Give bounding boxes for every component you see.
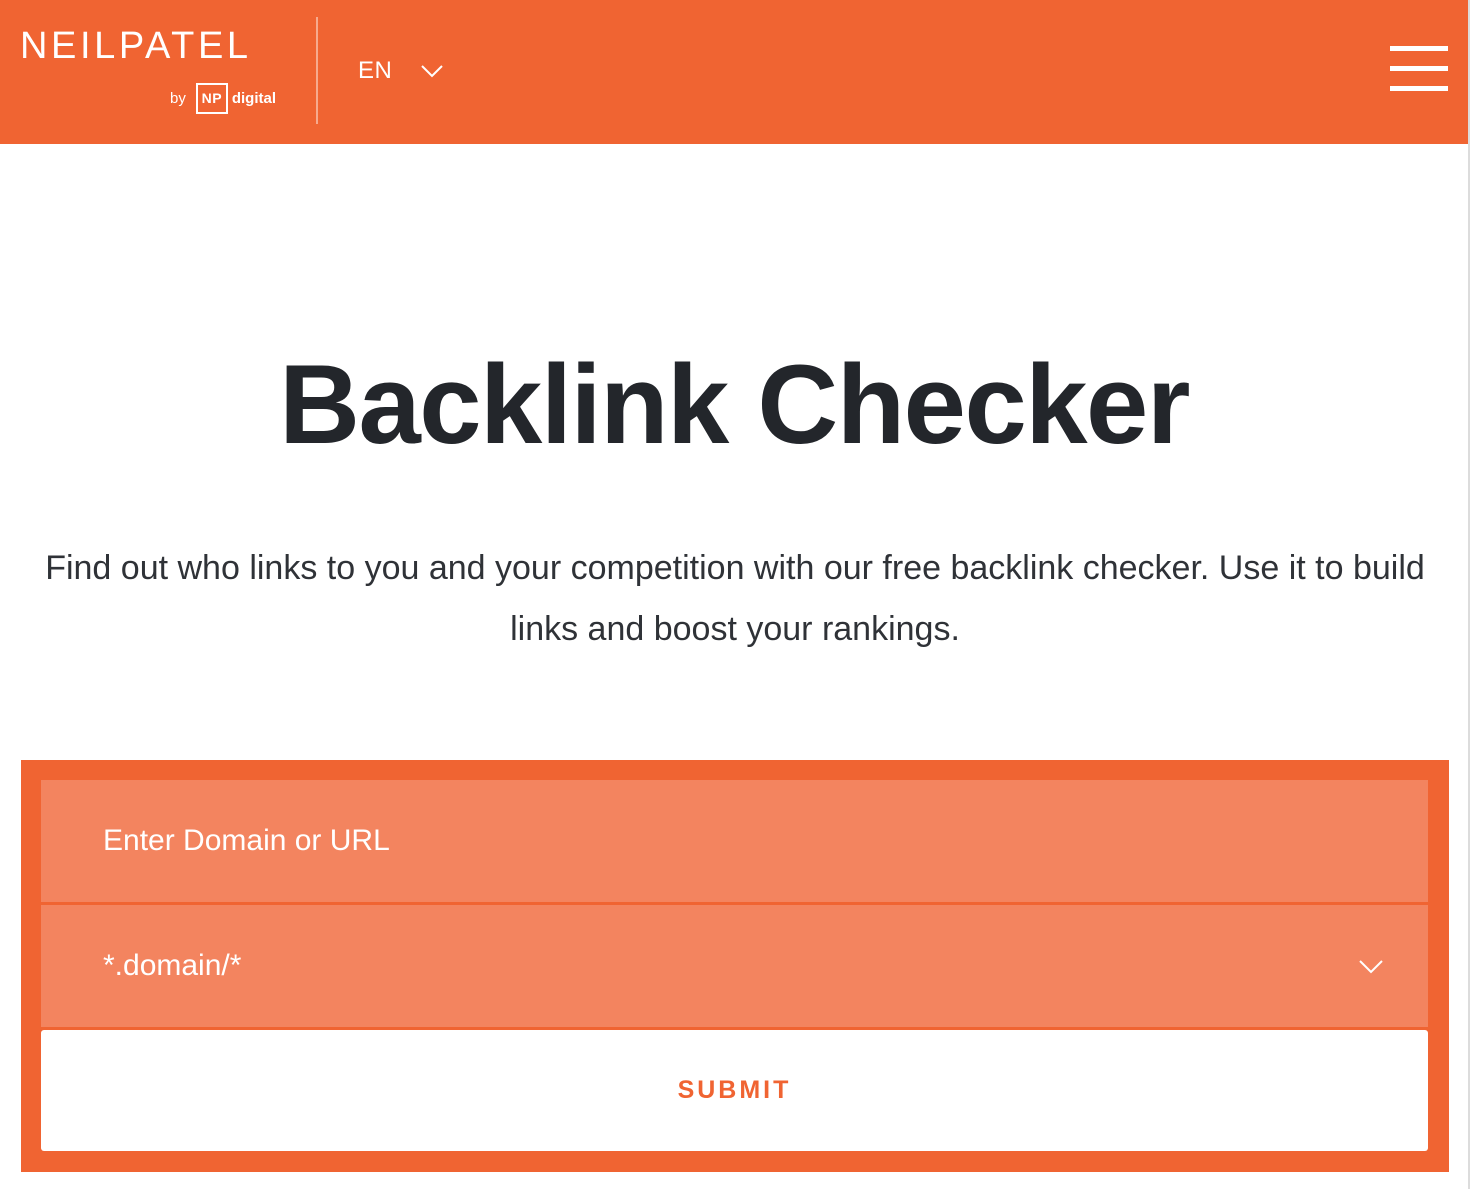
logo-byline: by NP digital — [170, 82, 276, 114]
neilpatel-logo[interactable]: NEILPATEL by NP digital — [20, 26, 280, 118]
language-selector[interactable]: EN — [358, 52, 444, 90]
logo-digital-text: digital — [231, 89, 277, 107]
logo-by-text: by — [170, 89, 186, 107]
hamburger-menu-icon[interactable] — [1390, 46, 1448, 92]
header-divider — [316, 17, 318, 124]
np-digital-mark: NP — [195, 82, 228, 114]
scope-selected-value: *.domain/* — [103, 949, 242, 982]
chevron-down-icon — [1359, 960, 1383, 974]
logo-wordmark: NEILPATEL — [20, 25, 252, 67]
chevron-down-icon — [421, 65, 444, 78]
domain-url-placeholder: Enter Domain or URL — [103, 824, 390, 857]
scope-select[interactable]: *.domain/* — [41, 905, 1428, 1027]
submit-button[interactable]: SUBMIT — [41, 1030, 1428, 1151]
language-label: EN — [358, 57, 393, 84]
page-title: Backlink Checker — [279, 342, 1190, 467]
site-header: NEILPATEL by NP digital EN — [0, 0, 1468, 144]
backlink-form: Enter Domain or URL *.domain/* SUBMIT — [21, 760, 1449, 1172]
page-subtitle: Find out who links to you and your compe… — [45, 549, 1425, 648]
domain-url-input[interactable]: Enter Domain or URL — [41, 780, 1428, 902]
submit-label: SUBMIT — [677, 1076, 792, 1104]
